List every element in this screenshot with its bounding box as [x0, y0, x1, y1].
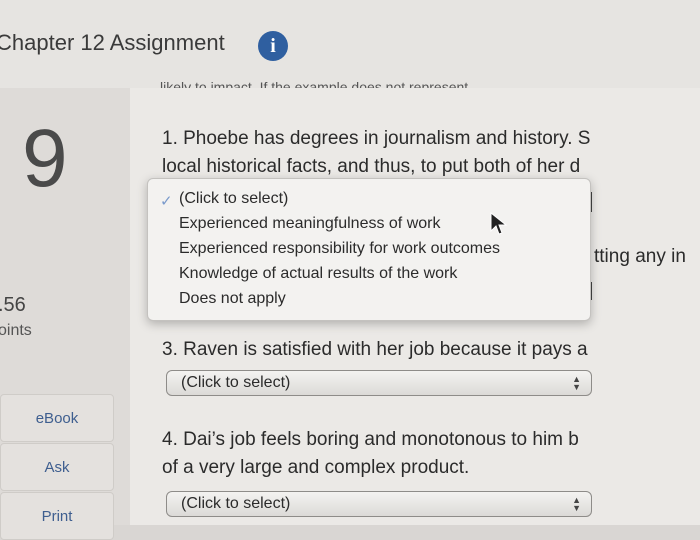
q3-select-value: (Click to select) — [181, 374, 291, 391]
q4-select[interactable]: (Click to select) ▲ ▼ — [166, 491, 592, 517]
question-number: 9 — [22, 113, 68, 204]
q4-select-value: (Click to select) — [181, 495, 291, 512]
dropdown-option[interactable]: Knowledge of actual results of the work — [179, 265, 457, 283]
q3-text: 3. Raven is satisfied with her job becau… — [162, 339, 588, 360]
ask-button[interactable]: Ask — [0, 443, 114, 491]
mouse-cursor-icon — [490, 212, 508, 235]
dropdown-options-menu: ✓ (Click to select) Experienced meaningf… — [147, 178, 591, 321]
points-label: oints — [0, 322, 32, 339]
q1-text-line1: 1. Phoebe has degrees in journalism and … — [162, 128, 591, 149]
assignment-header: Chapter 12 Assignment i likely to impact… — [0, 0, 700, 89]
info-icon[interactable]: i — [258, 31, 288, 61]
q2-text-partial: tting any in — [594, 246, 686, 267]
select-arrows-icon: ▲ ▼ — [572, 374, 581, 392]
q3-select[interactable]: (Click to select) ▲ ▼ — [166, 370, 592, 396]
checkmark-icon: ✓ — [160, 193, 173, 210]
dropdown-option[interactable]: Experienced responsibility for work outc… — [179, 240, 500, 258]
dropdown-option[interactable]: Experienced meaningfulness of work — [179, 215, 440, 233]
q4-text-line2: of a very large and complex product. — [162, 457, 470, 478]
dropdown-option[interactable]: Does not apply — [179, 290, 286, 308]
dropdown-option[interactable]: (Click to select) — [179, 190, 288, 208]
q4-text-line1: 4. Dai’s job feels boring and monotonous… — [162, 429, 579, 450]
question-score: .56 — [0, 294, 26, 316]
select-arrows-icon: ▲ ▼ — [572, 495, 581, 513]
print-button[interactable]: Print — [0, 492, 114, 540]
truncated-instruction-text: likely to impact. If the example does no… — [160, 79, 469, 88]
ebook-button[interactable]: eBook — [0, 394, 114, 442]
page-title: Chapter 12 Assignment — [0, 30, 225, 55]
q1-text-line2: local historical facts, and thus, to put… — [162, 156, 581, 177]
